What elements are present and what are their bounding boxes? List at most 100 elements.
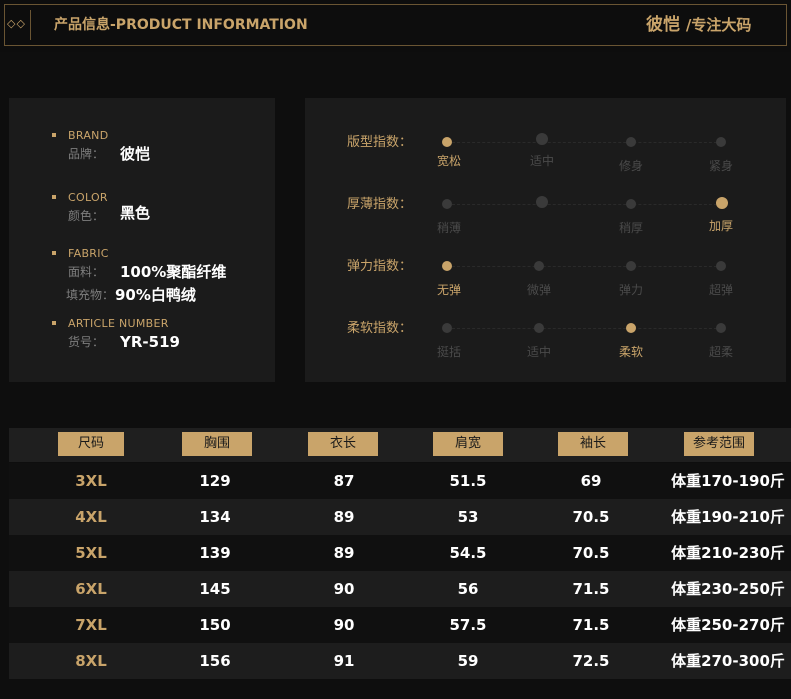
- shoulder-cell: 53: [457, 508, 479, 526]
- table-row: 5XL 139 89 54.5 70.5 体重210-230斤: [9, 535, 791, 571]
- bullet-icon: [52, 321, 56, 325]
- bullet-icon: [52, 251, 56, 255]
- fit-index-option: 宽松: [436, 154, 461, 168]
- fit-index-label: 版型指数：: [347, 135, 413, 150]
- column-header-size: 尺码: [58, 432, 124, 456]
- softness-index-label: 柔软指数：: [347, 321, 413, 336]
- elasticity-index-dot: [442, 261, 452, 271]
- length-cell: 89: [333, 544, 355, 562]
- article-value: YR-519: [120, 333, 180, 351]
- thickness-index-dot: [442, 199, 452, 209]
- shoulder-cell: 54.5: [449, 544, 487, 562]
- sleeve-cell: 72.5: [572, 652, 610, 670]
- chest-cell: 129: [199, 472, 231, 490]
- brand-value: 彼恺: [120, 145, 151, 163]
- size-cell: 3XL: [75, 472, 107, 490]
- brand-tagline: /专注大码: [685, 16, 752, 34]
- color-label-cn: 颜色：: [68, 209, 105, 223]
- thickness-index-option: 稍厚: [618, 221, 643, 235]
- elasticity-index-option: 弹力: [618, 283, 643, 297]
- sleeve-cell: 70.5: [572, 508, 610, 526]
- table-row: 8XL 156 91 59 72.5 体重270-300斤: [9, 643, 791, 679]
- reference-cell: 体重190-210斤: [671, 508, 785, 526]
- table-row: 3XL 129 87 51.5 69 体重170-190斤: [9, 463, 791, 499]
- column-header-shoulder: 肩宽: [433, 432, 503, 456]
- softness-index-option: 超柔: [708, 345, 733, 359]
- thickness-index-label: 厚薄指数：: [347, 197, 413, 212]
- length-cell: 87: [333, 472, 355, 490]
- size-cell: 7XL: [75, 616, 107, 634]
- size-cell: 6XL: [75, 580, 107, 598]
- fit-index-option: 适中: [529, 154, 554, 168]
- reference-cell: 体重210-230斤: [671, 544, 785, 562]
- bullet-icon: [52, 133, 56, 137]
- header-bar: ◇◇ 产品信息-PRODUCT INFORMATION 彼恺 /专注大码: [0, 0, 791, 52]
- filling-value: 90%白鸭绒: [115, 286, 196, 304]
- elasticity-index-dot: [534, 261, 544, 271]
- softness-index-option: 柔软: [618, 345, 643, 359]
- article-label-en: ARTICLE NUMBER: [68, 317, 169, 330]
- chest-cell: 156: [199, 652, 231, 670]
- elasticity-index-option: 无弹: [436, 283, 461, 297]
- brand-slogan: 彼恺 /专注大码: [646, 15, 751, 35]
- fit-index-option: 修身: [618, 159, 643, 173]
- length-cell: 90: [333, 580, 355, 598]
- elasticity-index-dot: [716, 261, 726, 271]
- shoulder-cell: 56: [457, 580, 479, 598]
- elasticity-index-option: 微弹: [526, 283, 551, 297]
- brand-label-cn: 品牌：: [68, 147, 105, 161]
- elasticity-index-dot: [626, 261, 636, 271]
- shoulder-cell: 57.5: [449, 616, 487, 634]
- thickness-index-track: [452, 204, 722, 205]
- shoulder-cell: 51.5: [449, 472, 487, 490]
- size-cell: 5XL: [75, 544, 107, 562]
- reference-cell: 体重250-270斤: [671, 616, 785, 634]
- reference-cell: 体重270-300斤: [671, 652, 785, 670]
- sleeve-cell: 71.5: [572, 580, 610, 598]
- thickness-index-option: 加厚: [708, 219, 733, 233]
- thickness-index-option: 稍薄: [436, 221, 461, 235]
- fit-index-track: [452, 142, 722, 143]
- column-header-chest: 胸围: [182, 432, 252, 456]
- elasticity-index-option: 超弹: [708, 283, 733, 297]
- fit-index-dot: [626, 137, 636, 147]
- reference-cell: 体重170-190斤: [671, 472, 785, 490]
- product-index-panel: 版型指数： 宽松 适中 修身 紧身 厚薄指数： 稍薄 稍厚 加厚 弹力指数： 无…: [305, 98, 786, 382]
- chest-cell: 150: [199, 616, 231, 634]
- softness-index-dot: [716, 323, 726, 333]
- sleeve-cell: 70.5: [572, 544, 610, 562]
- size-cell: 8XL: [75, 652, 107, 670]
- softness-index-dot: [442, 323, 452, 333]
- brand-label-en: BRAND: [68, 129, 109, 142]
- softness-index-track: [452, 328, 722, 329]
- column-header-length: 衣长: [308, 432, 378, 456]
- chest-cell: 145: [199, 580, 231, 598]
- length-cell: 89: [333, 508, 355, 526]
- elasticity-index-track: [452, 266, 722, 267]
- size-table-header: [9, 428, 791, 462]
- reference-cell: 体重230-250斤: [671, 580, 785, 598]
- color-value: 黑色: [120, 204, 151, 222]
- thickness-index-dot: [716, 197, 728, 209]
- sleeve-cell: 71.5: [572, 616, 610, 634]
- fabric-label-en: FABRIC: [68, 247, 109, 260]
- shoulder-cell: 59: [457, 652, 479, 670]
- product-info-panel: BRAND 品牌： 彼恺 COLOR 颜色： 黑色 FABRIC 面料： 100…: [9, 98, 275, 382]
- diamond-ornament-icon: ◇◇: [7, 17, 26, 30]
- table-row: 6XL 145 90 56 71.5 体重230-250斤: [9, 571, 791, 607]
- softness-index-dot: [534, 323, 544, 333]
- fabric-label-cn: 面料：: [68, 265, 105, 279]
- fit-index-dot: [536, 133, 548, 145]
- thickness-index-dot: [626, 199, 636, 209]
- fit-index-dot: [442, 137, 452, 147]
- size-cell: 4XL: [75, 508, 107, 526]
- fit-index-dot: [716, 137, 726, 147]
- sleeve-cell: 69: [580, 472, 602, 490]
- column-header-reference: 参考范围: [684, 432, 754, 456]
- fabric-value: 100%聚酯纤维: [120, 263, 227, 281]
- softness-index-option: 适中: [526, 345, 551, 359]
- softness-index-dot: [626, 323, 636, 333]
- section-title: 产品信息-PRODUCT INFORMATION: [54, 17, 308, 33]
- length-cell: 90: [333, 616, 355, 634]
- table-row: 4XL 134 89 53 70.5 体重190-210斤: [9, 499, 791, 535]
